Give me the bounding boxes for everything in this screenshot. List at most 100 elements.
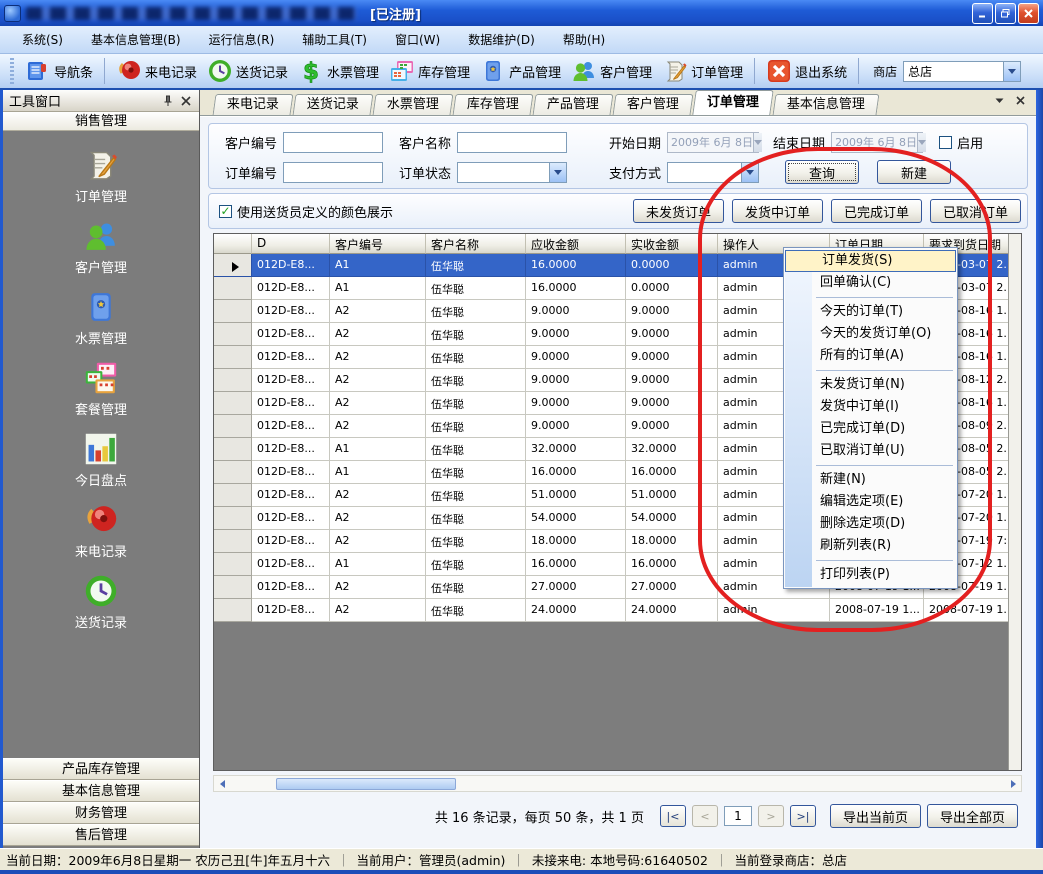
sidebar-item-2[interactable]: 客户管理 [26,218,176,276]
order-no-input[interactable] [283,162,383,183]
table-row[interactable]: 012D-E8...A2伍华聪24.000024.0000admin2008-0… [214,599,1021,622]
context-menu-item-6[interactable]: 所有的订单(A) [784,345,957,367]
scroll-left-icon[interactable] [214,776,230,791]
first-page-button[interactable]: |< [660,805,686,827]
menu-item-7[interactable]: 帮助(H) [549,27,619,52]
row-selector[interactable] [214,392,252,415]
row-selector[interactable] [214,530,252,553]
row-selector[interactable] [214,369,252,392]
tab-8[interactable]: 基本信息管理 [773,94,880,115]
menu-item-1[interactable]: 系统(S) [8,27,77,52]
scrollbar-thumb[interactable] [276,778,456,790]
menu-item-4[interactable]: 辅助工具(T) [288,27,381,52]
sidebar-item-6[interactable]: 来电记录 [26,502,176,560]
grid-header-1[interactable]: D [252,234,330,254]
row-selector[interactable] [214,277,252,300]
toolbar-button-6[interactable]: 产品管理 [475,56,566,86]
row-selector[interactable] [214,438,252,461]
context-menu-item-15[interactable]: 删除选定项(D) [784,513,957,535]
toolbar-button-2[interactable]: 来电记录 [111,56,202,86]
toolbar-button-5[interactable]: 库存管理 [384,56,475,86]
horizontal-scrollbar[interactable] [213,775,1022,792]
context-menu-item-1[interactable]: 订单发货(S) [785,250,956,272]
vertical-scrollbar[interactable] [1008,234,1021,770]
row-selector[interactable] [214,484,252,507]
close-icon[interactable] [179,94,193,108]
context-menu-item-10[interactable]: 已完成订单(D) [784,418,957,440]
row-selector[interactable] [214,461,252,484]
close-tab-icon[interactable] [1015,95,1026,109]
prev-page-button[interactable]: < [692,805,718,827]
order-status-filter-button-2[interactable]: 发货中订单 [732,199,823,223]
tab-7[interactable]: 订单管理 [692,90,774,115]
query-button[interactable]: 查询 [785,160,859,184]
tab-list-dropdown-icon[interactable] [994,95,1005,109]
sidebar-item-1[interactable]: 订单管理 [26,147,176,205]
row-selector[interactable] [214,323,252,346]
toolbar-button-9[interactable]: 退出系统 [761,56,852,86]
sidebar-section-4[interactable]: 售后管理 [3,824,199,846]
pin-icon[interactable] [161,94,175,108]
toolbar-button-1[interactable]: 导航条 [20,56,98,86]
sidebar-section-3[interactable]: 财务管理 [3,802,199,824]
chevron-down-icon[interactable] [1003,62,1020,81]
toolbar-button-3[interactable]: 送货记录 [202,56,293,86]
context-menu-item-8[interactable]: 未发货订单(N) [784,374,957,396]
menu-item-6[interactable]: 数据维护(D) [454,27,549,52]
scroll-right-icon[interactable] [1005,776,1021,791]
context-menu-item-13[interactable]: 新建(N) [784,469,957,491]
new-button[interactable]: 新建 [877,160,951,184]
chevron-down-icon[interactable] [549,163,566,182]
context-menu-item-2[interactable]: 回单确认(C) [784,272,957,294]
next-page-button[interactable]: > [758,805,784,827]
menu-item-2[interactable]: 基本信息管理(B) [77,27,195,52]
tab-1[interactable]: 来电记录 [213,94,294,115]
shop-select[interactable]: 总店 [903,61,1021,82]
grid-header-2[interactable]: 客户编号 [330,234,426,254]
grid-header-5[interactable]: 实收金额 [626,234,718,254]
row-selector[interactable] [214,254,252,277]
tab-5[interactable]: 产品管理 [533,94,614,115]
enable-checkbox[interactable] [939,136,952,149]
close-button[interactable] [1018,3,1039,24]
pay-method-select[interactable] [667,162,759,183]
end-date-picker[interactable]: 2009年 6月 8日 [831,132,923,153]
context-menu-item-9[interactable]: 发货中订单(I) [784,396,957,418]
context-menu-item-14[interactable]: 编辑选定项(E) [784,491,957,513]
tab-3[interactable]: 水票管理 [373,94,454,115]
chevron-down-icon[interactable] [741,163,758,182]
sidebar-item-4[interactable]: 套餐管理 [26,360,176,418]
row-selector[interactable] [214,346,252,369]
minimize-button[interactable] [972,3,993,24]
row-selector[interactable] [214,507,252,530]
export-all-pages-button[interactable]: 导出全部页 [927,804,1018,828]
row-selector[interactable] [214,599,252,622]
chevron-down-icon[interactable] [753,133,762,152]
order-status-select[interactable] [457,162,567,183]
menu-item-3[interactable]: 运行信息(R) [195,27,289,52]
order-status-filter-button-1[interactable]: 未发货订单 [633,199,724,223]
context-menu-item-5[interactable]: 今天的发货订单(O) [784,323,957,345]
color-display-checkbox[interactable]: ✓ [219,205,232,218]
row-selector[interactable] [214,300,252,323]
customer-no-input[interactable] [283,132,383,153]
export-current-page-button[interactable]: 导出当前页 [830,804,921,828]
sidebar-item-3[interactable]: 水票管理 [26,289,176,347]
customer-name-input[interactable] [457,132,567,153]
page-number-input[interactable] [724,806,752,826]
tab-6[interactable]: 客户管理 [613,94,694,115]
start-date-picker[interactable]: 2009年 6月 8日 [667,132,759,153]
tab-2[interactable]: 送货记录 [293,94,374,115]
grid-header-3[interactable]: 客户名称 [426,234,526,254]
row-selector[interactable] [214,553,252,576]
sidebar-section-sales[interactable]: 销售管理 [3,112,199,131]
context-menu-item-11[interactable]: 已取消订单(U) [784,440,957,462]
row-selector[interactable] [214,415,252,438]
context-menu-item-4[interactable]: 今天的订单(T) [784,301,957,323]
context-menu-item-18[interactable]: 打印列表(P) [784,564,957,586]
toolbar-button-4[interactable]: $水票管理 [293,56,384,86]
context-menu-item-16[interactable]: 刷新列表(R) [784,535,957,557]
order-status-filter-button-4[interactable]: 已取消订单 [930,199,1021,223]
toolbar-button-7[interactable]: 客户管理 [566,56,657,86]
sidebar-section-1[interactable]: 产品库存管理 [3,758,199,780]
